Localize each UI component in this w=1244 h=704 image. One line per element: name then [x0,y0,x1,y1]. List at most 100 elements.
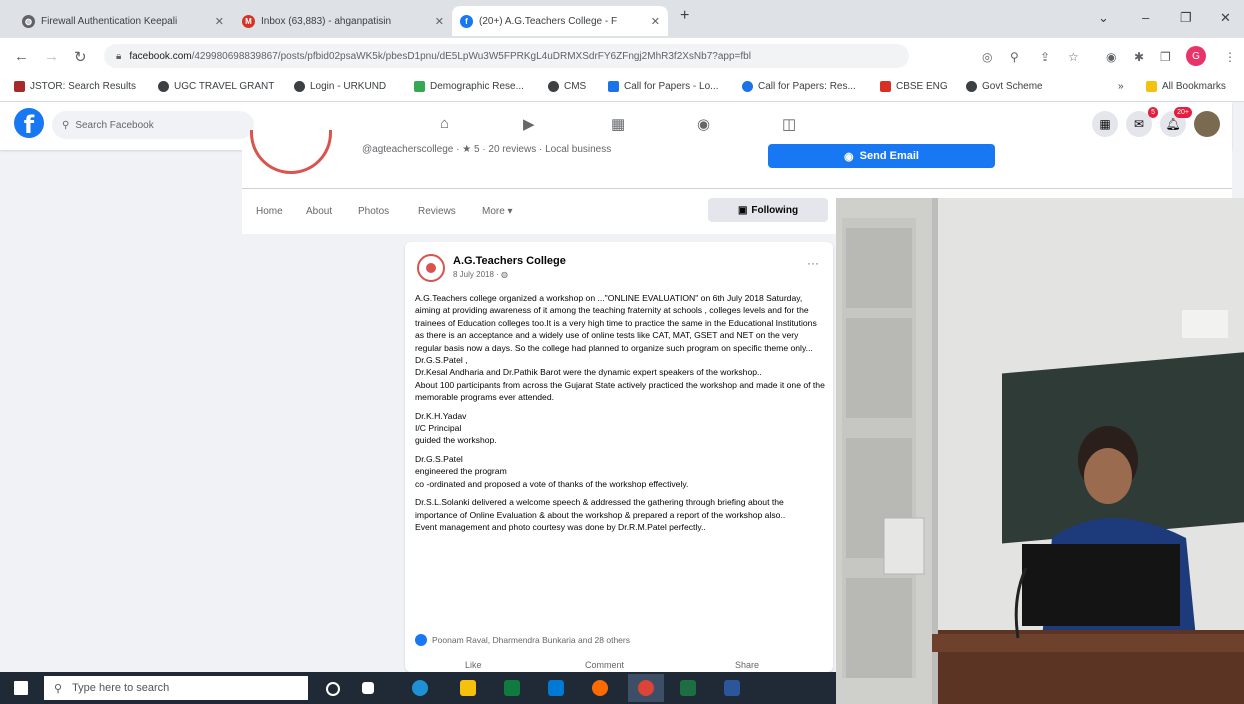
tab-home[interactable]: Home [256,206,283,217]
edge-icon[interactable] [412,680,428,696]
tab-photos[interactable]: Photos [358,206,389,217]
video-feed [836,198,1244,704]
bookmark-call-papers-1[interactable]: Call for Papers - Lo... [608,81,718,92]
tab-more[interactable]: More ▾ [482,206,513,217]
like-button[interactable]: Like [465,660,482,670]
profile-avatar[interactable]: G [1186,46,1206,66]
all-bookmarks[interactable]: All Bookmarks [1146,81,1226,92]
close-icon[interactable]: ✕ [651,15,660,28]
bookmark-label: UGC TRAVEL GRANT [174,81,275,92]
bookmark-star-icon[interactable]: ☆ [1068,50,1079,64]
cortana-icon[interactable] [326,682,340,696]
video-scene-image [836,198,1244,704]
comment-button[interactable]: Comment [585,660,624,670]
tab-inbox[interactable]: M Inbox (63,883) - ahganpatisin ✕ [234,6,452,36]
jstor-icon [14,81,25,92]
taskbar-search-placeholder: Type here to search [72,682,170,694]
notifications-icon[interactable]: 🔔︎ 20+ [1160,107,1192,137]
tab-facebook[interactable]: f (20+) A.G.Teachers College - F ✕ [452,6,668,36]
tab-label: (20+) A.G.Teachers College - F [479,15,618,27]
taskbar-search-input[interactable]: ⚲ Type here to search [44,676,308,700]
close-icon[interactable]: ✕ [435,15,444,28]
task-view-icon[interactable] [362,682,374,694]
lock-icon: 🔒︎ [116,50,122,62]
windows-taskbar: ⚲ Type here to search [0,672,836,704]
bookmark-cms[interactable]: CMS [548,81,586,92]
post-date[interactable]: 8 July 2018 · ◍ [453,270,508,279]
document-icon [608,81,619,92]
excel-icon[interactable] [680,680,696,696]
bookmark-call-papers-2[interactable]: Call for Papers: Res... [742,81,856,92]
post-paragraph: Dr.G.S.Patel [415,453,463,464]
avatar[interactable] [1194,111,1220,137]
bookmark-label: Call for Papers: Res... [758,81,856,92]
bookmark-ugc[interactable]: UGC TRAVEL GRANT [158,81,274,92]
side-panel-icon[interactable]: ❐ [1160,50,1171,64]
groups-icon[interactable]: ◉ [697,115,710,133]
bookmarks-overflow-icon[interactable]: » [1118,81,1124,92]
firefox-icon[interactable] [592,680,608,696]
word-icon[interactable] [724,680,740,696]
extension-icon[interactable]: ◉ [1106,50,1116,64]
post-paragraph: Dr.Kesal Andharia and Dr.Pathik Barot we… [415,367,762,378]
post-avatar[interactable] [417,254,445,282]
more-options-icon[interactable]: ··· [807,256,819,270]
windows-start-icon[interactable] [14,681,28,695]
tab-about[interactable]: About [306,206,332,217]
following-button[interactable]: ▣ Following [708,198,828,222]
restore-button[interactable]: ❐ [1180,10,1192,26]
send-email-label: Send Email [859,150,919,162]
divider [242,188,1232,189]
bookmarks-bar: JSTOR: Search Results UGC TRAVEL GRANT L… [0,74,1244,102]
mail-icon[interactable] [548,680,564,696]
notification-badge: 20+ [1174,107,1192,118]
share-button[interactable]: Share [735,660,759,670]
close-icon[interactable]: ✕ [215,15,224,28]
gaming-icon[interactable]: ◫ [782,115,796,133]
forward-icon[interactable]: → [44,48,59,65]
bird-icon [880,81,891,92]
video-icon[interactable]: ▶ [523,115,535,133]
post-paragraph: Dr.K.H.Yadav [415,410,467,421]
bookmark-urkund[interactable]: Login - URKUND [294,81,386,92]
store-icon[interactable] [504,680,520,696]
minimize-button[interactable]: – [1142,10,1149,25]
marketplace-icon[interactable]: ▦ [611,115,625,133]
share-icon[interactable]: ⇪ [1040,50,1050,64]
bookmark-label: CMS [564,81,587,92]
back-icon[interactable]: ← [14,48,29,65]
bookmark-cbse[interactable]: CBSE ENG [880,81,948,92]
search-icon: ⚲ [62,119,70,131]
tab-label: Inbox (63,883) - ahganpatisin [261,15,392,27]
bookmark-label: Login - URKUND [310,81,387,92]
close-window-button[interactable]: ✕ [1220,10,1231,26]
google-lens-icon[interactable]: ◎ [982,50,992,64]
menu-grid-icon[interactable]: ▦ [1092,111,1118,137]
post-paragraph: engineered the program [415,466,507,477]
puzzle-icon[interactable]: ✱ [1134,50,1144,64]
post-paragraph: A.G.Teachers college organized a worksho… [415,293,817,353]
bookmark-label: All Bookmarks [1162,81,1226,92]
reload-icon[interactable]: ↻ [74,48,87,66]
zoom-icon[interactable]: ⚲ [1010,50,1019,64]
home-icon[interactable]: ⌂ [440,115,449,132]
messenger-icon[interactable]: ✉ 5 [1126,107,1158,137]
tab-reviews[interactable]: Reviews [418,206,456,217]
facebook-search-input[interactable]: ⚲ Search Facebook [52,111,254,139]
messenger-badge: 5 [1148,107,1158,118]
post-reactions[interactable]: Poonam Raval, Dharmendra Bunkaria and 28… [415,634,630,646]
bookmark-govt[interactable]: Govt Scheme [966,81,1043,92]
post-author[interactable]: A.G.Teachers College [453,255,566,267]
new-tab-button[interactable]: + [680,7,689,25]
file-explorer-icon[interactable] [460,680,476,696]
menu-kebab-icon[interactable]: ⋮ [1224,50,1236,64]
tab-firewall[interactable]: ◍ Firewall Authentication Keepali ✕ [14,6,232,36]
bookmark-demographic[interactable]: Demographic Rese... [414,81,524,92]
bookmark-jstor[interactable]: JSTOR: Search Results [14,81,136,92]
page-meta: @agteacherscollege · ★ 5 · 20 reviews · … [362,144,612,155]
tab-search-icon[interactable]: ⌄ [1098,10,1109,26]
facebook-logo-icon[interactable]: f [14,108,44,139]
send-email-button[interactable]: ◉ Send Email [768,144,995,168]
address-bar[interactable]: 🔒︎ facebook.com /429980698839867/posts/p… [104,44,909,68]
chrome-icon[interactable] [638,680,654,696]
